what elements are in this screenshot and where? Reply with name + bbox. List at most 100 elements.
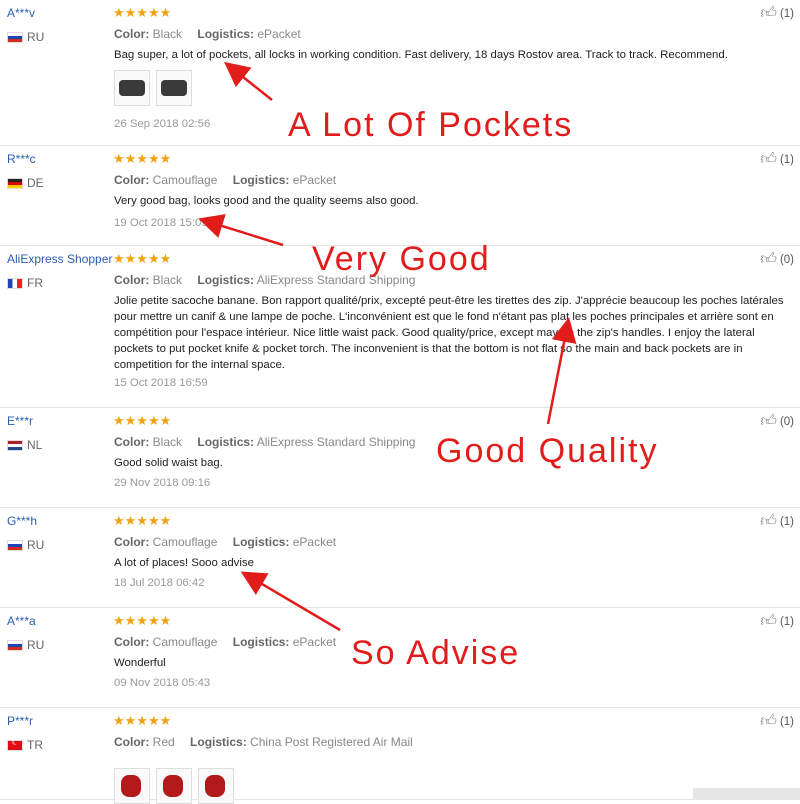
order-info: Color: Black Logistics: ePacket [114,27,301,41]
helpful-button[interactable]: 👍︎ (1) [760,152,794,168]
country-code: NL [27,438,43,452]
flag-icon [7,737,23,751]
logistics-value: ePacket [292,535,337,549]
flag-icon [7,177,23,189]
logistics-label: Logistics: [197,27,255,41]
color-label: Color: [114,735,150,749]
order-info: Color: Red Logistics: China Post Registe… [114,735,413,749]
thumbs-up-icon[interactable]: 👍︎ [760,614,777,630]
review-photo-thumbnail[interactable] [198,768,234,804]
color-label: Color: [114,273,150,287]
star-rating: ★★★★★ [113,151,172,166]
order-info: Color: Camouflage Logistics: ePacket [114,535,336,549]
helpful-count: (1) [779,616,794,628]
helpful-count: (1) [779,716,794,728]
reviewer-name[interactable]: A***v [7,6,35,20]
flag-icon [7,639,23,651]
logistics-value: ePacket [257,27,301,41]
reviewer-name[interactable]: E***r [7,414,33,428]
order-info: Color: Camouflage Logistics: ePacket [114,635,336,649]
logistics-value: ePacket [292,635,337,649]
logistics-label: Logistics: [232,635,290,649]
review-item: R***c DE ★★★★★ Color: Camouflage Logisti… [0,146,800,246]
thumbs-up-icon[interactable]: 👍︎ [760,414,777,430]
logistics-label: Logistics: [190,735,247,749]
order-info: Color: Black Logistics: AliExpress Stand… [114,435,415,449]
star-rating: ★★★★★ [113,613,172,628]
reviewer-country: FR [7,276,43,290]
review-photo-thumbnail[interactable] [156,70,192,106]
review-text: Bag super, a lot of pockets, all locks i… [114,49,728,61]
color-value: Camouflage [152,173,218,187]
flag-icon [7,277,23,289]
star-rating: ★★★★★ [113,513,172,528]
review-text: Very good bag, looks good and the qualit… [114,195,419,207]
order-info: Color: Camouflage Logistics: ePacket [114,173,336,187]
helpful-count: (1) [779,8,794,20]
star-rating: ★★★★★ [113,251,172,266]
thumbs-up-icon[interactable]: 👍︎ [760,152,777,168]
thumbs-up-icon[interactable]: 👍︎ [760,6,777,22]
flag-icon [7,31,23,43]
logistics-label: Logistics: [197,273,255,287]
helpful-button[interactable]: 👍︎ (1) [760,614,794,630]
thumbs-up-icon[interactable]: 👍︎ [760,252,777,268]
color-label: Color: [114,173,150,187]
country-code: RU [27,30,45,44]
thumbs-up-icon[interactable]: 👍︎ [760,514,777,530]
logistics-label: Logistics: [232,173,290,187]
helpful-count: (1) [779,516,794,528]
logistics-value: AliExpress Standard Shipping [256,435,416,449]
review-photo-thumbnail[interactable] [156,768,192,804]
color-value: Camouflage [152,635,218,649]
reviewer-name[interactable]: A***a [7,614,36,628]
helpful-button[interactable]: 👍︎ (1) [760,514,794,530]
reviewer-name[interactable]: P***r [7,714,33,728]
helpful-count: (0) [779,416,794,428]
color-value: Camouflage [152,535,218,549]
review-date: 29 Nov 2018 09:16 [114,477,211,489]
helpful-count: (0) [779,254,794,266]
review-photos [114,70,192,106]
reviewer-country: TR [7,737,43,752]
annotation-label: Good Quality [436,432,659,470]
reviewer-name[interactable]: R***c [7,152,36,166]
reviewer-name[interactable]: G***h [7,514,37,528]
review-photo-thumbnail[interactable] [114,70,150,106]
thumbs-up-icon[interactable]: 👍︎ [760,714,777,730]
country-code: TR [27,738,43,752]
flag-icon [7,439,23,451]
color-label: Color: [114,635,150,649]
country-code: FR [27,276,43,290]
logistics-value: China Post Registered Air Mail [250,735,413,749]
star-rating: ★★★★★ [113,413,172,428]
reviewer-country: RU [7,638,44,652]
logistics-label: Logistics: [232,535,290,549]
reviewer-country: NL [7,438,42,452]
helpful-button[interactable]: 👍︎ (0) [760,414,794,430]
color-label: Color: [114,27,150,41]
color-label: Color: [114,535,150,549]
flag-icon [7,539,23,551]
review-item: E***r NL ★★★★★ Color: Black Logistics: A… [0,408,800,508]
color-value: Black [152,435,183,449]
reviewer-country: RU [7,538,44,552]
helpful-button[interactable]: 👍︎ (1) [760,714,794,730]
annotation-label: So Advise [351,634,521,672]
reviewer-name[interactable]: AliExpress Shopper [7,252,112,266]
helpful-button[interactable]: 👍︎ (0) [760,252,794,268]
country-code: RU [27,638,45,652]
helpful-button[interactable]: 👍︎ (1) [760,6,794,22]
reviewer-country: DE [7,176,44,190]
annotation-label: Very Good [312,240,491,278]
helpful-count: (1) [779,154,794,166]
review-photo-thumbnail[interactable] [114,768,150,804]
review-date: 15 Oct 2018 16:59 [114,377,208,389]
star-rating: ★★★★★ [113,713,172,728]
review-date: 26 Sep 2018 02:56 [114,118,211,130]
star-rating: ★★★★★ [113,5,172,20]
annotation-label: A Lot Of Pockets [288,106,574,144]
review-date: 19 Oct 2018 15:09 [114,217,208,229]
review-item: G***h RU ★★★★★ Color: Camouflage Logisti… [0,508,800,608]
color-value: Black [152,273,183,287]
